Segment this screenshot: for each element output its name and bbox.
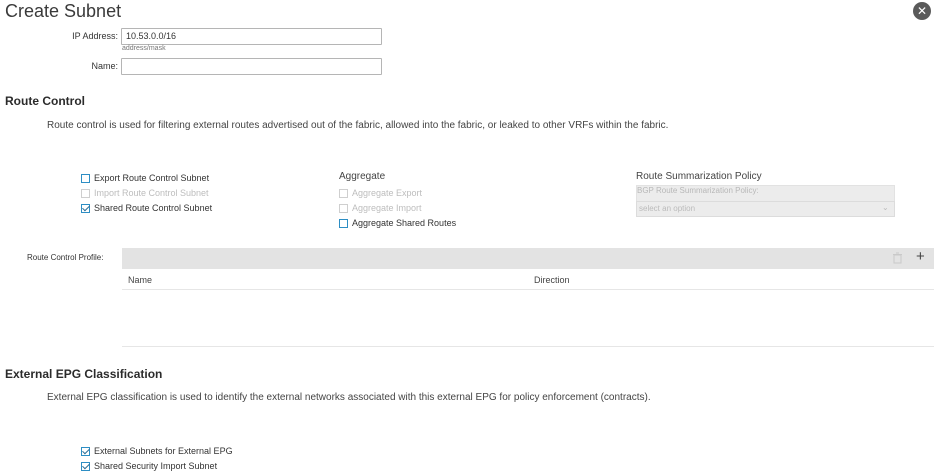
checkbox-label: Shared Route Control Subnet [94, 203, 213, 213]
import-route-control-subnet-checkbox: Import Route Control Subnet [81, 188, 209, 198]
route-control-title: Route Control [5, 94, 85, 108]
route-control-profile-toolbar [122, 248, 934, 269]
ip-address-input[interactable]: 10.53.0.0/16 [121, 28, 382, 45]
aggregate-import-checkbox: Aggregate Import [339, 203, 422, 213]
bgp-route-summarization-label: BGP Route Summarization Policy: [637, 186, 759, 195]
table-bottom-divider [122, 346, 934, 347]
checkbox-icon[interactable] [81, 173, 90, 183]
name-input[interactable] [121, 58, 382, 75]
column-header-direction[interactable]: Direction [534, 275, 570, 285]
checkbox-label: External Subnets for External EPG [94, 446, 233, 456]
aggregate-export-checkbox: Aggregate Export [339, 188, 422, 198]
bgp-route-summarization-select: select an option [636, 201, 895, 217]
plus-icon[interactable]: + [916, 249, 925, 264]
column-header-name[interactable]: Name [128, 275, 152, 285]
ip-address-label: IP Address: [72, 31, 118, 41]
external-subnets-checkbox[interactable]: External Subnets for External EPG [81, 446, 233, 456]
checkbox-icon[interactable] [339, 218, 348, 228]
ip-address-hint: address/mask [122, 45, 166, 52]
chevron-down-icon: ⌄ [882, 203, 889, 212]
checkbox-label: Import Route Control Subnet [94, 188, 209, 198]
dialog-title: Create Subnet [5, 1, 122, 21]
name-label: Name: [91, 61, 118, 71]
checkbox-label: Aggregate Shared Routes [352, 218, 457, 228]
checkbox-label: Aggregate Export [352, 188, 423, 198]
checkbox-label: Shared Security Import Subnet [94, 461, 218, 471]
route-control-description: Route control is used for filtering exte… [47, 120, 669, 131]
export-route-control-subnet-checkbox[interactable]: Export Route Control Subnet [81, 173, 209, 183]
checkbox-checked-icon[interactable] [81, 446, 90, 456]
table-header-divider [122, 289, 934, 290]
checkbox-label: Export Route Control Subnet [94, 173, 210, 183]
checkbox-icon [339, 188, 348, 198]
aggregate-title: Aggregate [339, 171, 386, 182]
trash-icon [892, 252, 904, 264]
checkbox-icon [339, 203, 348, 213]
checkbox-icon [81, 188, 90, 198]
checkbox-label: Aggregate Import [352, 203, 422, 213]
external-epg-description: External EPG classification is used to i… [47, 392, 651, 403]
external-epg-title: External EPG Classification [5, 367, 163, 381]
route-control-profile-label: Route Control Profile: [27, 253, 104, 262]
checkbox-checked-icon[interactable] [81, 461, 90, 471]
shared-route-control-subnet-checkbox[interactable]: Shared Route Control Subnet [81, 203, 212, 213]
shared-security-import-subnet-checkbox[interactable]: Shared Security Import Subnet [81, 461, 217, 471]
close-icon[interactable]: ✕ [913, 2, 931, 20]
checkbox-checked-icon[interactable] [81, 203, 90, 213]
aggregate-shared-routes-checkbox[interactable]: Aggregate Shared Routes [339, 218, 456, 228]
route-summarization-title: Route Summarization Policy [636, 171, 762, 182]
